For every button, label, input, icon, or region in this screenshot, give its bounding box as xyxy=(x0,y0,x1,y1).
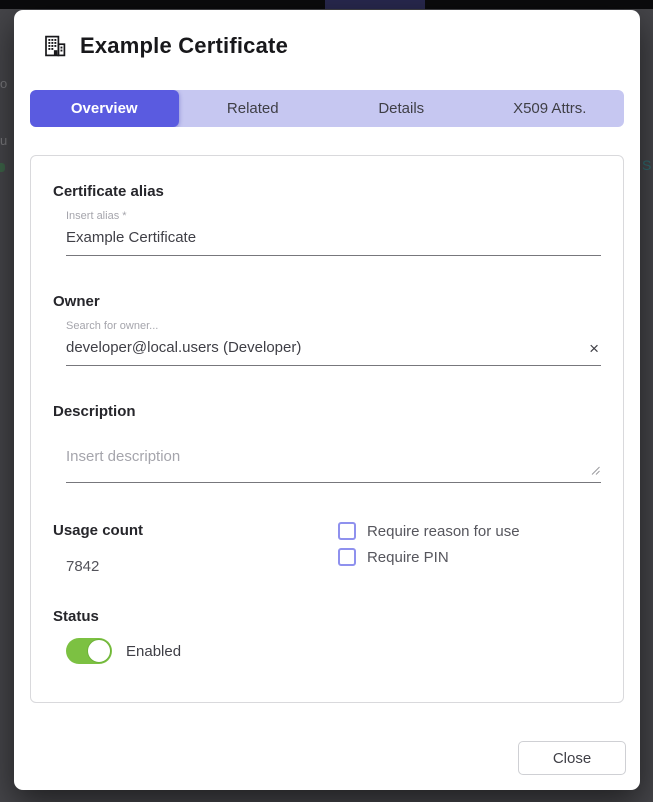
owner-label: Owner xyxy=(53,293,601,310)
status-toggle-row: Enabled xyxy=(66,638,601,664)
resize-handle-icon[interactable] xyxy=(591,466,600,475)
description-field xyxy=(66,448,601,483)
certificate-alias-field: Insert alias * xyxy=(66,210,601,256)
alias-input[interactable] xyxy=(66,222,601,256)
require-pin-option[interactable]: Require PIN xyxy=(338,548,520,566)
require-pin-checkbox[interactable] xyxy=(338,548,356,566)
tab-details[interactable]: Details xyxy=(327,90,476,127)
status-group: Status Enabled xyxy=(53,608,601,664)
status-state-label: Enabled xyxy=(126,643,181,660)
owner-group: Owner Search for owner... × xyxy=(53,293,601,366)
require-pin-label: Require PIN xyxy=(367,549,449,566)
modal-footer: Close xyxy=(518,741,626,775)
clear-owner-icon[interactable]: × xyxy=(589,340,599,357)
tab-related[interactable]: Related xyxy=(179,90,328,127)
description-label: Description xyxy=(53,403,601,420)
usage-count-value: 7842 xyxy=(66,558,338,575)
tab-x509-attrs[interactable]: X509 Attrs. xyxy=(476,90,625,127)
usage-count-label: Usage count xyxy=(53,522,338,539)
modal-title: Example Certificate xyxy=(80,33,288,59)
background-text-fragment: o xyxy=(0,76,7,91)
usage-count-group: Usage count 7842 xyxy=(53,522,338,575)
owner-field: Search for owner... × xyxy=(66,320,601,366)
background-status-fragment xyxy=(0,163,5,172)
certificate-modal: Example Certificate Overview Related Det… xyxy=(14,10,640,790)
status-label: Status xyxy=(53,608,601,625)
tab-bar: Overview Related Details X509 Attrs. xyxy=(30,90,624,127)
description-group: Description xyxy=(53,403,601,483)
options-column: Require reason for use Require PIN xyxy=(338,522,520,575)
background-text-fragment: u xyxy=(0,133,7,148)
overview-form-card: Certificate alias Insert alias * Owner S… xyxy=(30,155,624,703)
description-textarea[interactable] xyxy=(66,448,601,483)
close-button[interactable]: Close xyxy=(518,741,626,775)
require-reason-checkbox[interactable] xyxy=(338,522,356,540)
owner-hint-label: Search for owner... xyxy=(66,320,601,332)
status-toggle[interactable] xyxy=(66,638,112,664)
certificate-alias-group: Certificate alias Insert alias * xyxy=(53,183,601,256)
tab-overview[interactable]: Overview xyxy=(30,90,179,127)
alias-hint-label: Insert alias * xyxy=(66,210,601,222)
background-text-fragment: S xyxy=(642,157,651,173)
require-reason-label: Require reason for use xyxy=(367,523,520,540)
usage-status-row: Usage count 7842 Require reason for use … xyxy=(53,522,601,575)
modal-header: Example Certificate xyxy=(14,10,640,59)
require-reason-option[interactable]: Require reason for use xyxy=(338,522,520,540)
certificate-alias-label: Certificate alias xyxy=(53,183,601,200)
background-top-accent xyxy=(325,0,425,9)
owner-input[interactable] xyxy=(66,332,601,366)
status-toggle-knob[interactable] xyxy=(87,639,111,663)
building-icon xyxy=(43,34,67,58)
